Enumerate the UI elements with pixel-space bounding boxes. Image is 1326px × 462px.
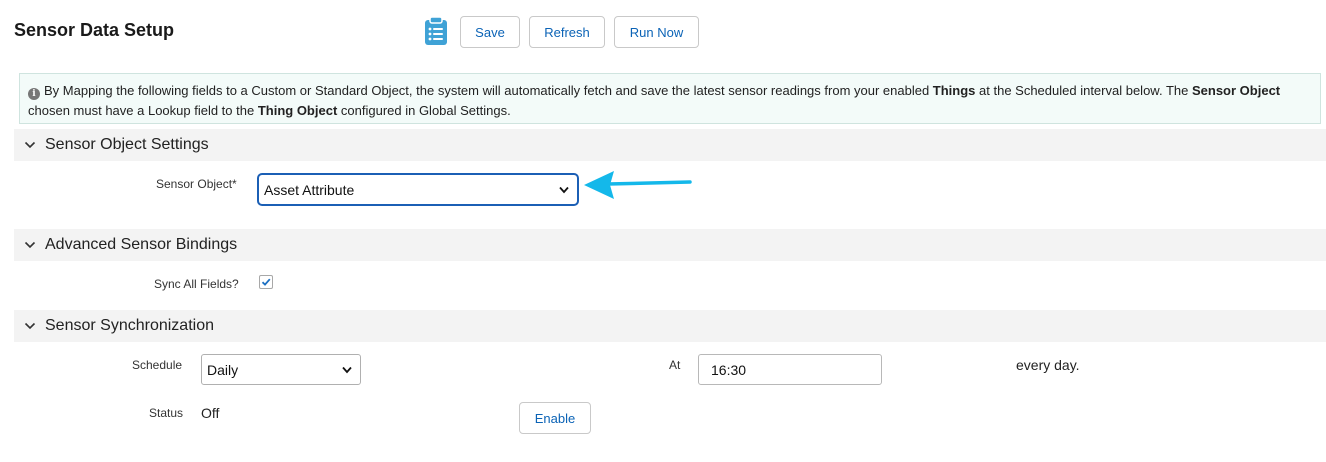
info-bold-things: Things: [932, 83, 976, 98]
chevron-down-icon: [24, 322, 36, 330]
save-button[interactable]: Save: [460, 16, 520, 48]
schedule-value: Daily: [207, 361, 239, 378]
info-text-3: chosen must have a Lookup field to the: [28, 103, 258, 118]
chevron-down-icon: [24, 141, 36, 149]
refresh-button[interactable]: Refresh: [529, 16, 605, 48]
sync-all-fields-checkbox[interactable]: [259, 275, 273, 289]
time-input[interactable]: 16:30: [698, 354, 882, 385]
page-title: Sensor Data Setup: [14, 20, 175, 40]
sensor-object-select[interactable]: Asset Attribute: [258, 174, 578, 205]
chevron-down-icon: [559, 186, 569, 193]
info-text-2: at the Scheduled interval below. The: [975, 83, 1192, 98]
clipboard-list-icon: [425, 16, 447, 45]
sensor-object-label: Sensor Object*: [156, 177, 237, 191]
at-label: At: [669, 358, 681, 372]
info-text-1: By Mapping the following fields to a Cus…: [44, 83, 933, 98]
info-bold-thing-object: Thing Object: [257, 103, 338, 118]
section-title: Sensor Object Settings: [45, 136, 209, 153]
schedule-select[interactable]: Daily: [201, 354, 361, 385]
pointer-arrow-icon: [584, 171, 692, 199]
section-sensor-object-settings[interactable]: Sensor Object Settings: [14, 129, 1326, 161]
status-value: Off: [201, 405, 220, 421]
sync-all-fields-label: Sync All Fields?: [154, 277, 239, 291]
section-sensor-synchronization[interactable]: Sensor Synchronization: [14, 310, 1326, 342]
info-message: i By Mapping the following fields to a Cu…: [19, 73, 1321, 124]
section-title: Advanced Sensor Bindings: [45, 236, 238, 253]
enable-button[interactable]: Enable: [519, 402, 591, 434]
chevron-down-icon: [24, 241, 36, 249]
info-text-4: configured in Global Settings.: [337, 103, 511, 118]
checkmark-icon: [261, 278, 271, 286]
section-advanced-sensor-bindings[interactable]: Advanced Sensor Bindings: [14, 229, 1326, 261]
schedule-label: Schedule: [132, 358, 183, 372]
sensor-object-value: Asset Attribute: [264, 181, 355, 198]
info-bold-sensor-object: Sensor Object: [1191, 83, 1281, 98]
run-now-button[interactable]: Run Now: [614, 16, 699, 48]
every-day-text: every day.: [1016, 357, 1080, 373]
section-title: Sensor Synchronization: [45, 317, 214, 334]
chevron-down-icon: [342, 366, 352, 373]
status-label: Status: [149, 406, 184, 420]
info-icon: i: [28, 88, 40, 100]
